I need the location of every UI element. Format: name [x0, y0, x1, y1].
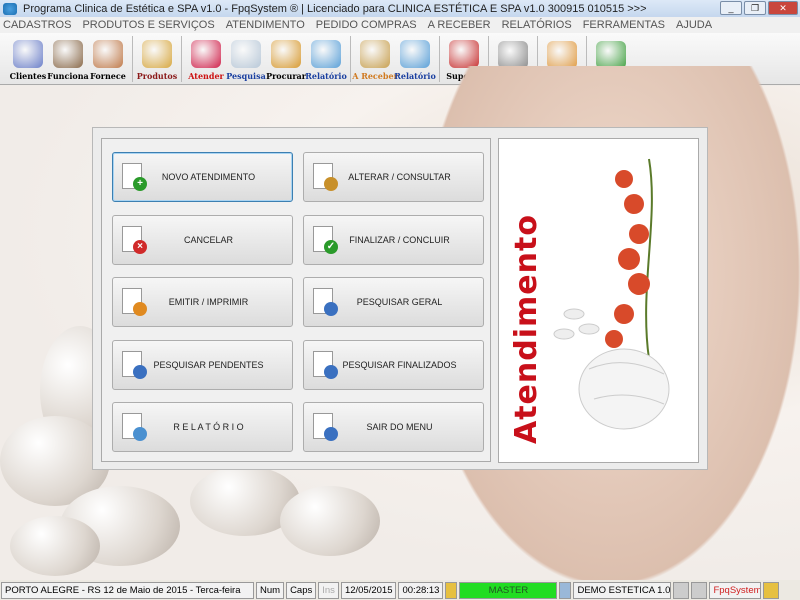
- minimize-button[interactable]: _: [720, 1, 742, 15]
- actions-panel: + NOVO ATENDIMENTO ALTERAR / CONSULTAR × CAN…: [101, 138, 491, 462]
- button-label: PESQUISAR PENDENTES: [153, 359, 264, 370]
- novo-atendimento-button[interactable]: + NOVO ATENDIMENTO: [112, 152, 293, 202]
- menu-atendimento[interactable]: ATENDIMENTO: [226, 19, 305, 31]
- finalizar-concluir-button[interactable]: ✓ FINALIZAR / CONCLUIR: [303, 214, 484, 265]
- toolbar-separator: [350, 36, 351, 82]
- print-person-icon: [119, 286, 149, 318]
- close-button[interactable]: ✕: [768, 1, 798, 15]
- r-e-l-a-t-o-r-i-o-button[interactable]: R E L A T Ó R I O: [112, 402, 293, 452]
- toolbar-procurar-button[interactable]: Procurar: [266, 34, 306, 84]
- toolbar-separator: [181, 36, 182, 82]
- clientes-icon: [13, 40, 43, 68]
- atendimento-banner: Atendimento: [498, 138, 699, 463]
- toolbar-pesquisa-button[interactable]: Pesquisa: [226, 34, 266, 84]
- finalize-document-icon: ✓: [310, 224, 340, 256]
- toolbar-label: Funciona: [47, 71, 89, 81]
- button-label: PESQUISAR FINALIZADOS: [342, 359, 457, 370]
- toolbar-separator: [132, 36, 133, 82]
- button-label: NOVO ATENDIMENTO: [161, 172, 256, 182]
- button-label: FINALIZAR / CONCLUIR: [349, 234, 450, 245]
- restore-button[interactable]: ❐: [744, 1, 766, 15]
- procurar-icon: [271, 40, 301, 68]
- produtos-icon: [142, 40, 172, 68]
- menu-ferramentas[interactable]: FERRAMENTAS: [583, 19, 665, 31]
- toolbar-label: Clientes: [9, 71, 47, 81]
- sair-do-menu-button[interactable]: SAIR DO MENU: [303, 402, 484, 452]
- fornece-icon: [93, 40, 123, 68]
- status-ins: Ins: [318, 581, 339, 599]
- exit-icon: [310, 411, 340, 443]
- menu-produtos-e-servicos[interactable]: PRODUTOS E SERVIÇOS: [82, 19, 214, 31]
- printer-icon: [119, 411, 149, 443]
- toolbar-label: Produtos: [136, 71, 178, 81]
- edit-pencil-icon: [310, 161, 340, 193]
- menu-bar: CADASTROS PRODUTOS E SERVIÇOS ATENDIMENTO P…: [0, 17, 800, 33]
- toolbar-clientes-button[interactable]: Clientes: [8, 34, 48, 84]
- toolbar-label: Procurar: [266, 71, 306, 81]
- toolbar-a-receber-button[interactable]: A Receber: [352, 34, 398, 84]
- window-title: Programa Clinica de Estética e SPA v1.0 …: [23, 2, 647, 15]
- button-label: EMITIR / IMPRIMIR: [168, 297, 249, 307]
- status-time: 00:28:13: [398, 581, 444, 599]
- relatorio-icon: [311, 40, 341, 68]
- menu-cadastros[interactable]: CADASTROS: [3, 19, 71, 31]
- status-user: MASTER: [459, 581, 558, 599]
- a-receber-icon: [360, 40, 390, 68]
- new-document-icon: +: [119, 161, 149, 193]
- suporte-icon: [449, 40, 479, 68]
- atendimento-dialog: + NOVO ATENDIMENTO ALTERAR / CONSULTAR × CAN…: [92, 127, 708, 470]
- button-label: R E L A T Ó R I O: [173, 422, 244, 432]
- pesquisar-finalizados-button[interactable]: PESQUISAR FINALIZADOS: [303, 339, 484, 390]
- status-caps: Caps: [286, 581, 317, 599]
- toolbar-label: A Receber: [352, 71, 398, 81]
- toolbar-fornece-button[interactable]: Fornece: [88, 34, 128, 84]
- search-pending-icon: [119, 349, 149, 381]
- pesquisa-icon: [231, 40, 261, 68]
- funciona-icon: [53, 40, 83, 68]
- toolbar-label: Fornece: [90, 71, 126, 81]
- toolbar-label: Pesquisa: [226, 71, 266, 81]
- calculator-icon: [547, 41, 577, 69]
- database-icon: [559, 581, 572, 599]
- search-chart-icon: [310, 286, 340, 318]
- status-location: PORTO ALEGRE - RS 12 de Maio de 2015 - T…: [1, 581, 254, 599]
- toolbar-atender-button[interactable]: Atender: [186, 34, 226, 84]
- toolbar-funciona-button[interactable]: Funciona: [47, 34, 89, 84]
- relatorio-icon: [400, 40, 430, 68]
- search-finished-icon: [310, 349, 340, 381]
- cancel-document-icon: ×: [119, 224, 149, 256]
- pesquisar-pendentes-button[interactable]: PESQUISAR PENDENTES: [112, 339, 293, 390]
- button-label: CANCELAR: [183, 234, 233, 245]
- printer-icon[interactable]: [673, 581, 690, 599]
- button-label: SAIR DO MENU: [366, 422, 433, 432]
- title-bar: Programa Clinica de Estética e SPA v1.0 …: [0, 0, 800, 17]
- menu-pedido-compras[interactable]: PEDIDO COMPRAS: [316, 19, 417, 31]
- users-icon[interactable]: [763, 581, 780, 599]
- toolbar-label: Atender: [188, 71, 224, 81]
- toolbar-relatorio-button[interactable]: Relatório: [305, 34, 347, 84]
- status-date: 12/05/2015: [340, 581, 397, 599]
- user-icon: [445, 581, 458, 599]
- atender-icon: [191, 40, 221, 68]
- toolbar-produtos-button[interactable]: Produtos: [137, 34, 177, 84]
- button-label: PESQUISAR GERAL: [356, 297, 443, 307]
- exit-icon: [596, 41, 626, 69]
- computer-icon[interactable]: [691, 581, 708, 599]
- toolbar-label: Relatório: [305, 71, 347, 81]
- button-label: ALTERAR / CONSULTAR: [348, 172, 451, 182]
- menu-a-receber[interactable]: A RECEBER: [428, 19, 491, 31]
- emitir-imprimir-button[interactable]: EMITIR / IMPRIMIR: [112, 277, 293, 327]
- menu-relatorios[interactable]: RELATÓRIOS: [502, 19, 572, 31]
- money-icon: [498, 41, 528, 69]
- status-brand: FpqSystem: [709, 581, 762, 599]
- alterar-consultar-button[interactable]: ALTERAR / CONSULTAR: [303, 152, 484, 202]
- menu-ajuda[interactable]: AJUDA: [676, 19, 712, 31]
- pesquisar-geral-button[interactable]: PESQUISAR GERAL: [303, 277, 484, 327]
- orchid-towel-image: [553, 158, 670, 430]
- status-bar: PORTO ALEGRE - RS 12 de Maio de 2015 - T…: [0, 580, 800, 600]
- cancelar-button[interactable]: × CANCELAR: [112, 214, 293, 265]
- status-num: Num: [256, 581, 285, 599]
- app-icon: [3, 2, 17, 15]
- status-database: DEMO ESTETICA 1.0: [573, 581, 672, 599]
